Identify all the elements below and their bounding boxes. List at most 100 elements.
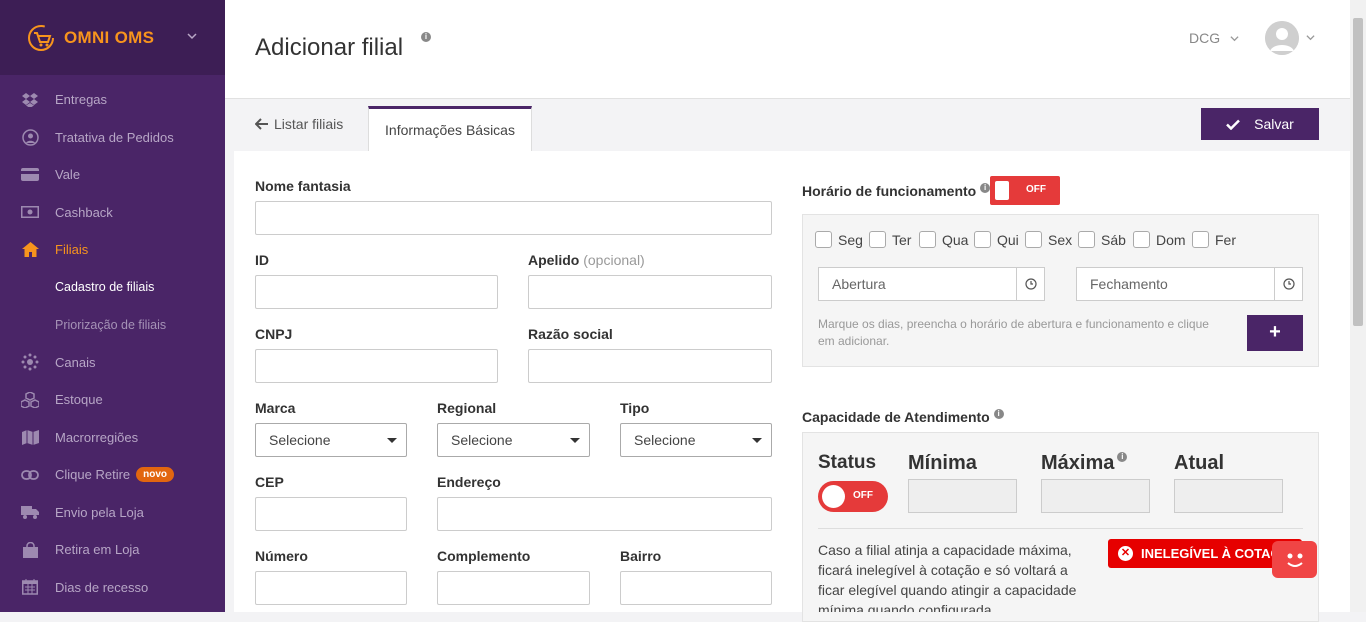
nome-fantasia-input[interactable] <box>255 201 772 235</box>
day-label: Qua <box>942 231 969 248</box>
store-selector[interactable]: DCG <box>1189 30 1239 46</box>
sidebar-item-envio-loja[interactable]: Envio pela Loja <box>0 494 225 532</box>
fechamento-input[interactable]: Fechamento <box>1076 267 1303 301</box>
toggle-knob <box>822 485 845 508</box>
checkbox[interactable] <box>1078 231 1095 248</box>
close-circle-icon: ✕ <box>1118 546 1133 561</box>
horario-text: Horário de funcionamento <box>802 183 977 199</box>
toggle-knob <box>995 181 1009 200</box>
clock-icon[interactable] <box>1016 268 1044 300</box>
sidebar-subitem-cadastro[interactable]: Cadastro de filiais <box>0 269 225 307</box>
checkbox[interactable] <box>1133 231 1150 248</box>
day-sab[interactable]: Sáb <box>1078 231 1126 248</box>
label-numero: Número <box>255 548 308 564</box>
day-label: Qui <box>997 231 1019 248</box>
minima-input[interactable] <box>908 479 1017 513</box>
complemento-input[interactable] <box>437 571 590 605</box>
info-icon[interactable]: i <box>993 409 1004 419</box>
caret-down-icon <box>752 438 762 443</box>
label-razao-social: Razão social <box>528 326 613 342</box>
label-id: ID <box>255 252 269 268</box>
endereco-input[interactable] <box>437 497 772 531</box>
sidebar-item-label: Cashback <box>55 204 113 220</box>
id-input[interactable] <box>255 275 498 309</box>
checkbox[interactable] <box>869 231 886 248</box>
tab-listar-filiais[interactable]: Listar filiais <box>254 116 344 132</box>
home-icon <box>21 241 39 259</box>
maxima-input[interactable] <box>1041 479 1150 513</box>
checkbox[interactable] <box>974 231 991 248</box>
day-label: Seg <box>838 231 863 248</box>
page-header: Adicionar filial i DCG <box>225 0 1350 99</box>
day-dom[interactable]: Dom <box>1133 231 1186 248</box>
sidebar: OMNI OMS Entregas Tratativa de Pedidos V… <box>0 0 225 612</box>
sidebar-item-vale[interactable]: Vale <box>0 156 225 194</box>
save-button[interactable]: Salvar <box>1201 108 1319 140</box>
day-qui[interactable]: Qui <box>974 231 1019 248</box>
cnpj-input[interactable] <box>255 349 498 383</box>
sidebar-item-macrorregioes[interactable]: Macrorregiões <box>0 419 225 457</box>
cep-input[interactable] <box>255 497 407 531</box>
checkbox[interactable] <box>1192 231 1209 248</box>
sidebar-item-estoque[interactable]: Estoque <box>0 381 225 419</box>
day-label: Ter <box>892 231 912 248</box>
add-horario-button[interactable]: + <box>1247 315 1303 351</box>
chevron-down-icon[interactable] <box>1306 33 1315 42</box>
sidebar-item-filiais[interactable]: Filiais <box>0 231 225 269</box>
sidebar-item-label: Entregas <box>55 92 108 108</box>
bairro-input[interactable] <box>620 571 772 605</box>
avatar[interactable] <box>1265 21 1299 55</box>
caret-down-icon <box>570 438 580 443</box>
day-qua[interactable]: Qua <box>919 231 968 248</box>
capacidade-description: Caso a filial atinja a capacidade máxima… <box>818 542 1077 612</box>
numero-input[interactable] <box>255 571 407 605</box>
sidebar-item-cashback[interactable]: Cashback <box>0 194 225 232</box>
clock-icon[interactable] <box>1274 268 1302 300</box>
maxima-text: Máxima <box>1041 452 1115 474</box>
info-icon[interactable]: i <box>1117 452 1128 462</box>
checkbox[interactable] <box>815 231 832 248</box>
cart-logo-icon <box>28 24 54 51</box>
sidebar-nav: Entregas Tratativa de Pedidos Vale Cashb… <box>0 75 225 606</box>
check-icon <box>1226 119 1241 130</box>
sidebar-item-clique-retire[interactable]: Clique Retire novo <box>0 456 225 494</box>
day-ter[interactable]: Ter <box>869 231 911 248</box>
razao-social-input[interactable] <box>528 349 772 383</box>
truck-icon <box>21 503 39 521</box>
sidebar-item-entregas[interactable]: Entregas <box>0 81 225 119</box>
tipo-select[interactable]: Selecione <box>620 423 772 457</box>
select-value: Selecione <box>634 432 696 448</box>
checkbox[interactable] <box>919 231 936 248</box>
sidebar-item-tratativa[interactable]: Tratativa de Pedidos <box>0 119 225 157</box>
day-sex[interactable]: Sex <box>1025 231 1072 248</box>
sidebar-item-recesso[interactable]: Dias de recesso <box>0 569 225 607</box>
brand-bar[interactable]: OMNI OMS <box>0 0 225 75</box>
regional-select[interactable]: Selecione <box>437 423 590 457</box>
sidebar-item-canais[interactable]: Canais <box>0 344 225 382</box>
tab-label: Listar filiais <box>274 116 344 132</box>
day-fer[interactable]: Fer <box>1192 231 1236 248</box>
tab-informacoes-basicas[interactable]: Informações Básicas <box>368 106 532 151</box>
status-toggle[interactable]: OFF <box>818 481 888 512</box>
sidebar-item-label: Macrorregiões <box>55 429 139 445</box>
marca-select[interactable]: Selecione <box>255 423 407 457</box>
chat-bot-widget[interactable] <box>1272 541 1317 578</box>
day-seg[interactable]: Seg <box>815 231 863 248</box>
apelido-input[interactable] <box>528 275 772 309</box>
scrollbar-thumb[interactable] <box>1353 18 1363 326</box>
page-scrollbar[interactable] <box>1350 0 1366 612</box>
sidebar-item-label: Tratativa de Pedidos <box>55 129 174 145</box>
sidebar-item-label: Envio pela Loja <box>55 504 144 520</box>
info-icon[interactable]: i <box>980 183 991 193</box>
info-icon[interactable]: i <box>421 32 431 42</box>
label-tipo: Tipo <box>620 400 650 416</box>
checkbox[interactable] <box>1025 231 1042 248</box>
network-icon <box>21 353 39 371</box>
abertura-placeholder: Abertura <box>832 276 886 292</box>
sidebar-subitem-priorizacao[interactable]: Priorização de filiais <box>0 306 225 344</box>
abertura-input[interactable]: Abertura <box>818 267 1045 301</box>
sidebar-item-retira-loja[interactable]: Retira em Loja <box>0 531 225 569</box>
chevron-down-icon[interactable] <box>187 31 197 41</box>
horario-toggle[interactable]: OFF <box>990 176 1060 205</box>
label-regional: Regional <box>437 400 497 416</box>
